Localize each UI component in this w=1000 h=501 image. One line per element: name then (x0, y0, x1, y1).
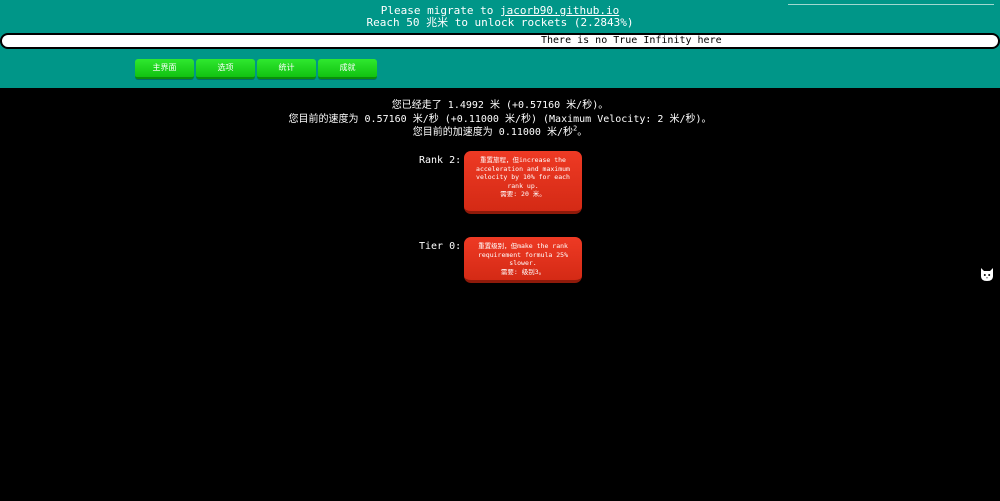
github-cat-icon[interactable] (979, 266, 995, 282)
distance-stat: 您已经走了 1.4992 米 (+0.57160 米/秒)。 (391, 100, 609, 111)
tab-options[interactable]: 选项 (196, 59, 255, 79)
rank-requirement: 需要: 20 米。 (500, 190, 546, 198)
acceleration-stat: 您目前的加速度为 0.11000 米/秒2。 (0, 125, 1000, 139)
news-ticker: There is no True Infinity here (0, 33, 1000, 49)
page: Please migrate to jacorb90.github.io Rea… (0, 0, 1000, 501)
acceleration-suffix: 。 (577, 127, 588, 138)
unlock-notice: Reach 50 兆米 to unlock rockets (2.2843%) (366, 16, 634, 29)
tab-achievements[interactable]: 成就 (318, 59, 377, 79)
news-text: There is no True Infinity here (541, 35, 722, 46)
tab-statistics[interactable]: 统计 (257, 59, 316, 79)
tier-reset-button[interactable]: 重置级别，但make the rank requirement formula … (464, 237, 582, 283)
acceleration-text: 您目前的加速度为 0.11000 米/秒 (412, 127, 573, 138)
tier-requirement: 需要: 级别3。 (500, 267, 546, 276)
tier-label: Tier 0: (419, 241, 462, 252)
tier-description: 重置级别，但make the rank requirement formula … (477, 242, 568, 267)
rank-description: 重置旅程，但increase the acceleration and maxi… (476, 156, 570, 190)
rank-label: Rank 2: (419, 155, 462, 166)
velocity-stat: 您目前的速度为 0.57160 米/秒 (+0.11000 米/秒) (Maxi… (288, 114, 712, 125)
tab-main[interactable]: 主界面 (135, 59, 194, 79)
rank-reset-button[interactable]: 重置旅程，但increase the acceleration and maxi… (464, 151, 582, 214)
header-bar: Please migrate to jacorb90.github.io Rea… (0, 0, 1000, 88)
